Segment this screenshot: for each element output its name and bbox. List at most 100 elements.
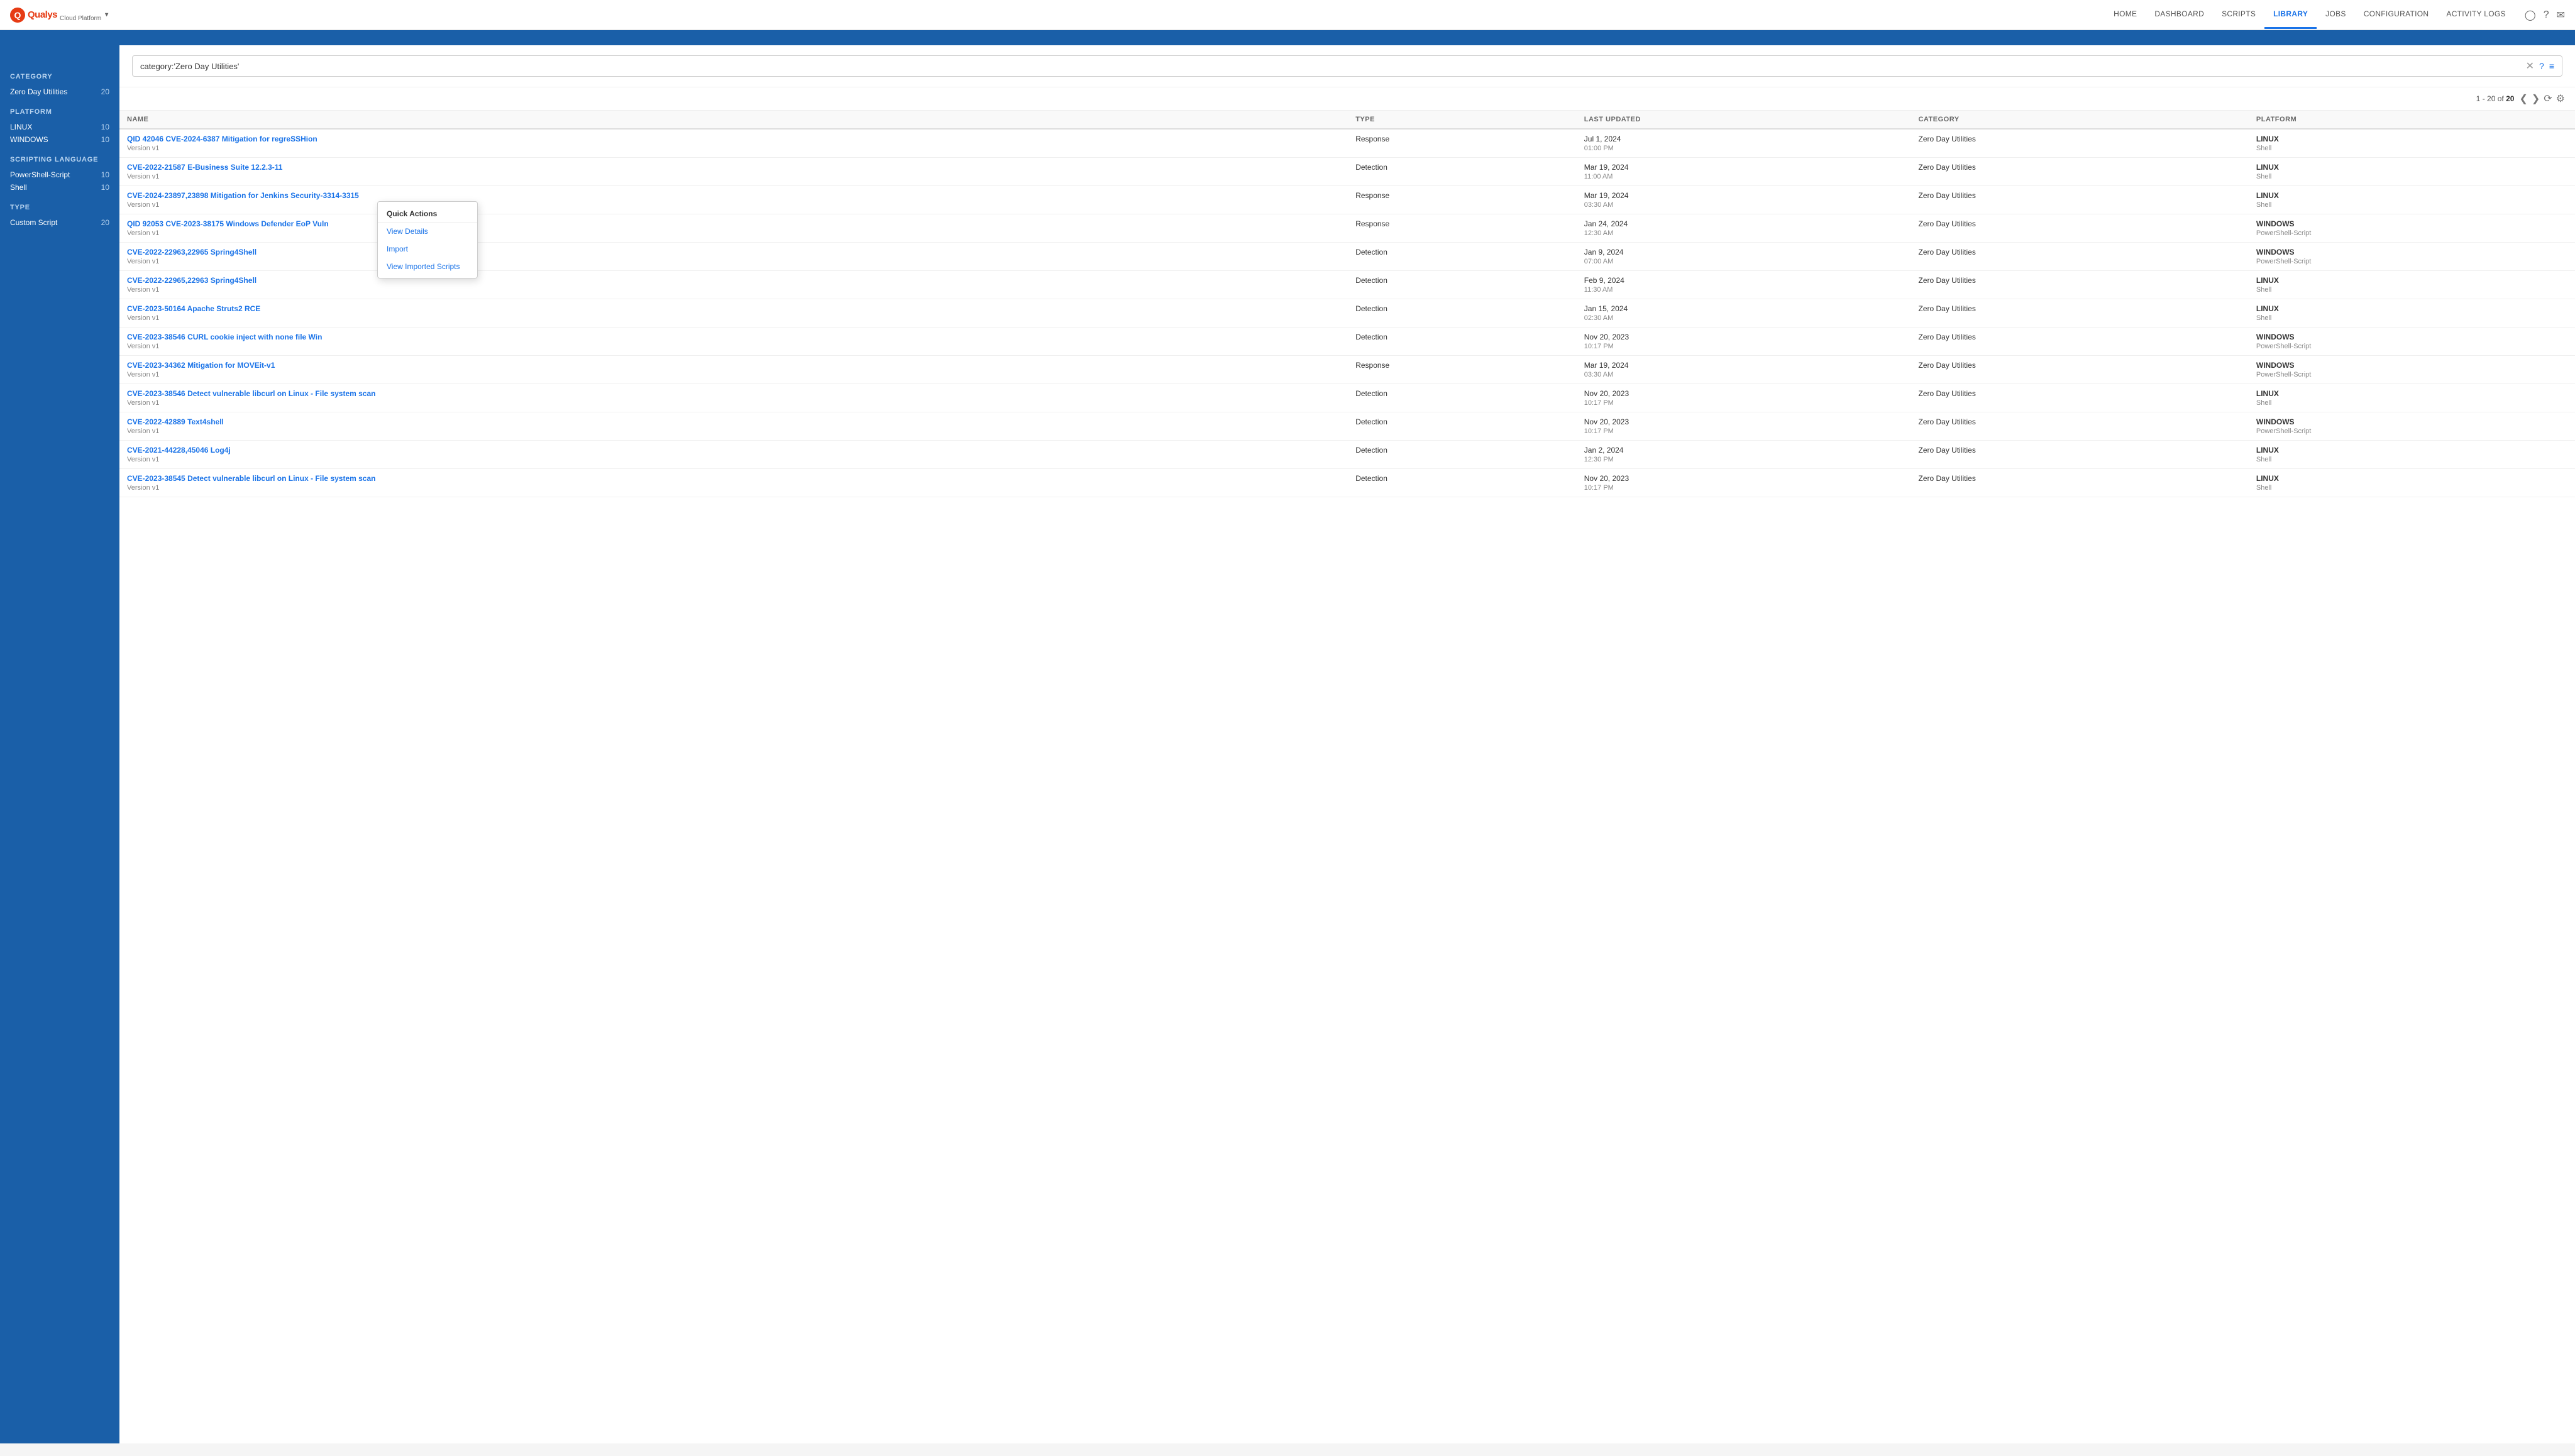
row-name-link[interactable]: CVE-2023-34362 Mitigation for MOVEit-v1 bbox=[127, 361, 1340, 370]
table-row: CVE-2023-50164 Apache Struts2 RCE Versio… bbox=[119, 299, 2575, 328]
row-name-link[interactable]: CVE-2022-42889 Text4shell bbox=[127, 417, 1340, 426]
cell-platform: LINUX Shell bbox=[2249, 186, 2575, 214]
row-name-link[interactable]: CVE-2023-38546 Detect vulnerable libcurl… bbox=[127, 389, 1340, 398]
cell-type: Detection bbox=[1348, 299, 1577, 328]
cell-category: Zero Day Utilities bbox=[1911, 441, 2248, 469]
cell-platform: WINDOWS PowerShell-Script bbox=[2249, 356, 2575, 384]
platform-primary: LINUX bbox=[2256, 304, 2567, 313]
cell-name: CVE-2023-38546 Detect vulnerable libcurl… bbox=[119, 384, 1348, 412]
date-secondary: 03:30 AM bbox=[1584, 201, 1904, 209]
row-name-link[interactable]: CVE-2023-38545 Detect vulnerable libcurl… bbox=[127, 474, 1340, 483]
qualys-name: Qualys bbox=[28, 9, 57, 20]
cell-last-updated: Nov 20, 2023 10:17 PM bbox=[1577, 384, 1911, 412]
date-primary: Nov 20, 2023 bbox=[1584, 417, 1904, 426]
sidebar-item-custom-script[interactable]: Custom Script20 bbox=[10, 216, 109, 229]
platform-secondary: PowerShell-Script bbox=[2256, 427, 2567, 435]
cell-category: Zero Day Utilities bbox=[1911, 412, 2248, 441]
sidebar-item-windows[interactable]: WINDOWS10 bbox=[10, 133, 109, 146]
row-name-link[interactable]: QID 42046 CVE-2024-6387 Mitigation for r… bbox=[127, 135, 1340, 143]
platform-secondary: PowerShell-Script bbox=[2256, 258, 2567, 265]
app-switcher[interactable]: ▾ bbox=[101, 11, 108, 18]
refresh-icon[interactable]: ⟳ bbox=[2544, 92, 2552, 105]
cell-last-updated: Mar 19, 2024 11:00 AM bbox=[1577, 158, 1911, 186]
user-icon[interactable]: ◯ bbox=[2525, 9, 2536, 21]
row-version: Version v1 bbox=[127, 229, 1340, 237]
nav-item-scripts[interactable]: SCRIPTS bbox=[2213, 1, 2264, 29]
next-page-icon[interactable]: ❯ bbox=[2532, 92, 2540, 105]
settings-icon[interactable]: ⚙ bbox=[2556, 92, 2565, 105]
sidebar-item-label: Zero Day Utilities bbox=[10, 87, 67, 96]
date-primary: Jan 15, 2024 bbox=[1584, 304, 1904, 313]
search-bar-wrap: ✕ ? ≡ bbox=[119, 45, 2575, 87]
platform-primary: WINDOWS bbox=[2256, 417, 2567, 426]
date-secondary: 12:30 AM bbox=[1584, 229, 1904, 237]
context-menu-item-view-imported-scripts[interactable]: View Imported Scripts bbox=[378, 258, 477, 275]
context-menu-item-import[interactable]: Import bbox=[378, 240, 477, 258]
date-secondary: 10:17 PM bbox=[1584, 343, 1904, 350]
row-name-link[interactable]: CVE-2022-22963,22965 Spring4Shell bbox=[127, 248, 1340, 256]
row-name-link[interactable]: CVE-2023-50164 Apache Struts2 RCE bbox=[127, 304, 1340, 313]
help-icon[interactable]: ? bbox=[2544, 9, 2549, 21]
platform-primary: LINUX bbox=[2256, 135, 2567, 143]
context-menu-item-view-details[interactable]: View Details bbox=[378, 223, 477, 240]
cell-type: Response bbox=[1348, 214, 1577, 243]
nav-item-configuration[interactable]: CONFIGURATION bbox=[2355, 1, 2438, 29]
sidebar-item-zero-day-utilities[interactable]: Zero Day Utilities20 bbox=[10, 85, 109, 98]
platform-primary: LINUX bbox=[2256, 276, 2567, 285]
sidebar-item-powershell-script[interactable]: PowerShell-Script10 bbox=[10, 168, 109, 181]
date-primary: Jan 9, 2024 bbox=[1584, 248, 1904, 256]
cell-category: Zero Day Utilities bbox=[1911, 271, 2248, 299]
cell-last-updated: Jan 24, 2024 12:30 AM bbox=[1577, 214, 1911, 243]
cell-platform: WINDOWS PowerShell-Script bbox=[2249, 328, 2575, 356]
pagination-sep: - bbox=[2483, 94, 2487, 103]
table-toolbar: 1 - 20 of 20 ❮ ❯ ⟳ ⚙ bbox=[119, 87, 2575, 111]
context-menu: Quick Actions View DetailsImportView Imp… bbox=[377, 201, 478, 279]
row-version: Version v1 bbox=[127, 173, 1340, 180]
sidebar-item-label: LINUX bbox=[10, 123, 32, 131]
table-row: QID 42046 CVE-2024-6387 Mitigation for r… bbox=[119, 129, 2575, 158]
row-name-link[interactable]: QID 92053 CVE-2023-38175 Windows Defende… bbox=[127, 219, 1340, 228]
nav-item-library[interactable]: LIBRARY bbox=[2264, 1, 2317, 29]
table-row: CVE-2022-42889 Text4shell Version v1 Det… bbox=[119, 412, 2575, 441]
col-type: TYPE bbox=[1348, 111, 1577, 129]
main-nav: HOMEDASHBOARDSCRIPTSLIBRARYJOBSCONFIGURA… bbox=[2105, 1, 2515, 29]
date-secondary: 11:30 AM bbox=[1584, 286, 1904, 294]
platform-secondary: Shell bbox=[2256, 314, 2567, 322]
nav-item-dashboard[interactable]: DASHBOARD bbox=[2146, 1, 2213, 29]
date-primary: Mar 19, 2024 bbox=[1584, 361, 1904, 370]
cell-name: CVE-2023-34362 Mitigation for MOVEit-v1 … bbox=[119, 356, 1348, 384]
cell-last-updated: Jan 15, 2024 02:30 AM bbox=[1577, 299, 1911, 328]
cell-platform: LINUX Shell bbox=[2249, 384, 2575, 412]
cell-last-updated: Nov 20, 2023 10:17 PM bbox=[1577, 328, 1911, 356]
sidebar-section-title-platform: PLATFORM bbox=[10, 108, 109, 116]
prev-page-icon[interactable]: ❮ bbox=[2519, 92, 2527, 105]
sidebar-item-label: PowerShell-Script bbox=[10, 170, 70, 179]
cell-name: CVE-2022-42889 Text4shell Version v1 bbox=[119, 412, 1348, 441]
cell-platform: LINUX Shell bbox=[2249, 441, 2575, 469]
table-row: CVE-2023-38545 Detect vulnerable libcurl… bbox=[119, 469, 2575, 497]
clear-icon[interactable]: ✕ bbox=[2526, 60, 2534, 72]
row-name-link[interactable]: CVE-2021-44228,45046 Log4j bbox=[127, 446, 1340, 455]
platform-primary: WINDOWS bbox=[2256, 219, 2567, 228]
filter-icon[interactable]: ≡ bbox=[2549, 61, 2554, 71]
nav-item-jobs[interactable]: JOBS bbox=[2317, 1, 2355, 29]
cell-type: Detection bbox=[1348, 243, 1577, 271]
row-name-link[interactable]: CVE-2022-21587 E-Business Suite 12.2.3-1… bbox=[127, 163, 1340, 172]
row-name-link[interactable]: CVE-2023-38546 CURL cookie inject with n… bbox=[127, 333, 1340, 341]
sidebar-item-linux[interactable]: LINUX10 bbox=[10, 121, 109, 133]
sidebar-item-shell[interactable]: Shell10 bbox=[10, 181, 109, 194]
row-name-link[interactable]: CVE-2022-22965,22963 Spring4Shell bbox=[127, 276, 1340, 285]
mail-icon[interactable]: ✉ bbox=[2557, 9, 2565, 21]
nav-item-home[interactable]: HOME bbox=[2105, 1, 2146, 29]
search-input[interactable] bbox=[140, 62, 2521, 71]
row-name-link[interactable]: CVE-2024-23897,23898 Mitigation for Jenk… bbox=[127, 191, 1340, 200]
content-area[interactable]: ✕ ? ≡ 1 - 20 of 20 ❮ ❯ ⟳ ⚙ bbox=[119, 45, 2575, 1443]
col-category: CATEGORY bbox=[1911, 111, 2248, 129]
col-platform: PLATFORM bbox=[2249, 111, 2575, 129]
sidebar-item-count: 10 bbox=[101, 135, 109, 144]
cell-platform: WINDOWS PowerShell-Script bbox=[2249, 214, 2575, 243]
nav-item-activity_logs[interactable]: ACTIVITY LOGS bbox=[2437, 1, 2514, 29]
cell-category: Zero Day Utilities bbox=[1911, 129, 2248, 158]
search-help-icon[interactable]: ? bbox=[2539, 61, 2544, 71]
cell-type: Detection bbox=[1348, 469, 1577, 497]
